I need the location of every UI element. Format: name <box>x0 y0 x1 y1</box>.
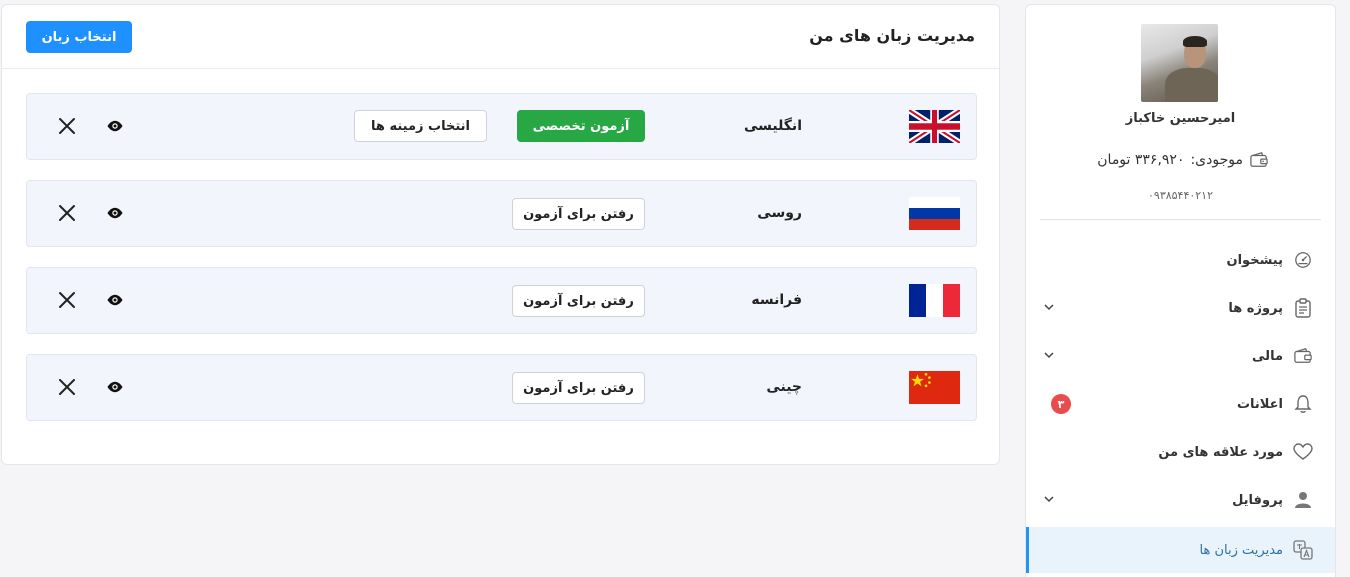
sidebar-item-label: مالی <box>1252 348 1283 364</box>
close-icon[interactable] <box>58 291 76 309</box>
balance-label: موجودی: <box>1190 152 1243 168</box>
page-title: مدیریت زبان های من <box>809 26 975 45</box>
clipboard-icon <box>1293 298 1313 318</box>
heart-icon <box>1293 442 1313 462</box>
sidebar-item-finance[interactable]: مالی <box>1026 333 1335 379</box>
select-language-button[interactable]: انتخاب زبان <box>26 21 132 53</box>
go-to-exam-button[interactable]: رفتن برای آزمون <box>512 198 645 230</box>
sidebar-item-language-management[interactable]: مدیریت زبان ها <box>1026 527 1335 573</box>
specialized-exam-button[interactable]: آزمون تخصصی <box>517 110 645 142</box>
go-to-exam-button[interactable]: رفتن برای آزمون <box>512 372 645 404</box>
eye-icon[interactable] <box>106 119 124 133</box>
close-icon[interactable] <box>58 204 76 222</box>
wallet-icon <box>1293 346 1313 366</box>
sidebar-item-favorites[interactable]: مورد علاقه های من <box>1026 429 1335 475</box>
user-icon <box>1293 490 1313 510</box>
chevron-down-icon[interactable] <box>1042 348 1056 362</box>
eye-icon[interactable] <box>106 206 124 220</box>
sidebar-item-label: پیشخوان <box>1226 252 1284 268</box>
uk-flag-icon <box>909 110 960 143</box>
sidebar-item-dashboard[interactable]: پیشخوان <box>1026 237 1335 283</box>
language-row-chinese: چینی رفتن برای آزمون <box>26 354 977 421</box>
sidebar-item-label: پروژه ها <box>1228 300 1283 316</box>
language-name: انگلیسی <box>743 118 802 134</box>
language-name: چینی <box>766 379 802 395</box>
dashboard-icon <box>1293 250 1313 270</box>
go-to-exam-button[interactable]: رفتن برای آزمون <box>512 285 645 317</box>
notification-badge: ۳ <box>1051 394 1071 414</box>
sidebar-item-profile[interactable]: پروفایل <box>1026 477 1335 523</box>
sidebar-item-label: مدیریت زبان ها <box>1199 542 1283 558</box>
chevron-down-icon[interactable] <box>1042 492 1056 506</box>
close-icon[interactable] <box>58 117 76 135</box>
language-row-russian: روسی رفتن برای آزمون <box>26 180 977 247</box>
divider <box>1040 219 1321 220</box>
language-name: روسی <box>757 205 802 221</box>
eye-icon[interactable] <box>106 293 124 307</box>
avatar[interactable] <box>1141 24 1218 102</box>
sidebar-item-label: پروفایل <box>1232 492 1283 508</box>
phone-number: ۰۹۳۸۵۴۴۰۲۱۲ <box>1148 189 1213 202</box>
china-flag-icon <box>909 371 960 404</box>
close-icon[interactable] <box>58 378 76 396</box>
chevron-down-icon[interactable] <box>1042 300 1056 314</box>
russia-flag-icon <box>909 197 960 230</box>
sidebar-item-label: اعلانات <box>1236 396 1283 412</box>
language-row-english: انگلیسی آزمون تخصصی انتخاب زمینه ها <box>26 93 977 160</box>
language-management-card: مدیریت زبان های من انتخاب زبان انگلیسی آ… <box>1 4 1000 465</box>
sidebar: امیرحسین خاکباز موجودی: ۳۳۶,۹۲۰ تومان ۰۹… <box>1025 4 1336 577</box>
language-row-french: فرانسه رفتن برای آزمون <box>26 267 977 334</box>
eye-icon[interactable] <box>106 380 124 394</box>
sidebar-item-label: مورد علاقه های من <box>1158 444 1283 460</box>
balance-value: ۳۳۶,۹۲۰ تومان <box>1097 152 1185 168</box>
bell-icon <box>1293 394 1313 414</box>
translate-icon <box>1293 540 1313 560</box>
wallet-icon <box>1250 152 1268 167</box>
card-header: مدیریت زبان های من انتخاب زبان <box>2 5 999 69</box>
user-name: امیرحسین خاکباز <box>1125 111 1236 126</box>
language-name: فرانسه <box>751 292 802 308</box>
select-fields-button[interactable]: انتخاب زمینه ها <box>354 110 487 142</box>
france-flag-icon <box>909 284 960 317</box>
sidebar-item-projects[interactable]: پروژه ها <box>1026 285 1335 331</box>
sidebar-item-notifications[interactable]: ۳ اعلانات <box>1026 381 1335 427</box>
balance: موجودی: ۳۳۶,۹۲۰ تومان <box>1097 151 1269 169</box>
